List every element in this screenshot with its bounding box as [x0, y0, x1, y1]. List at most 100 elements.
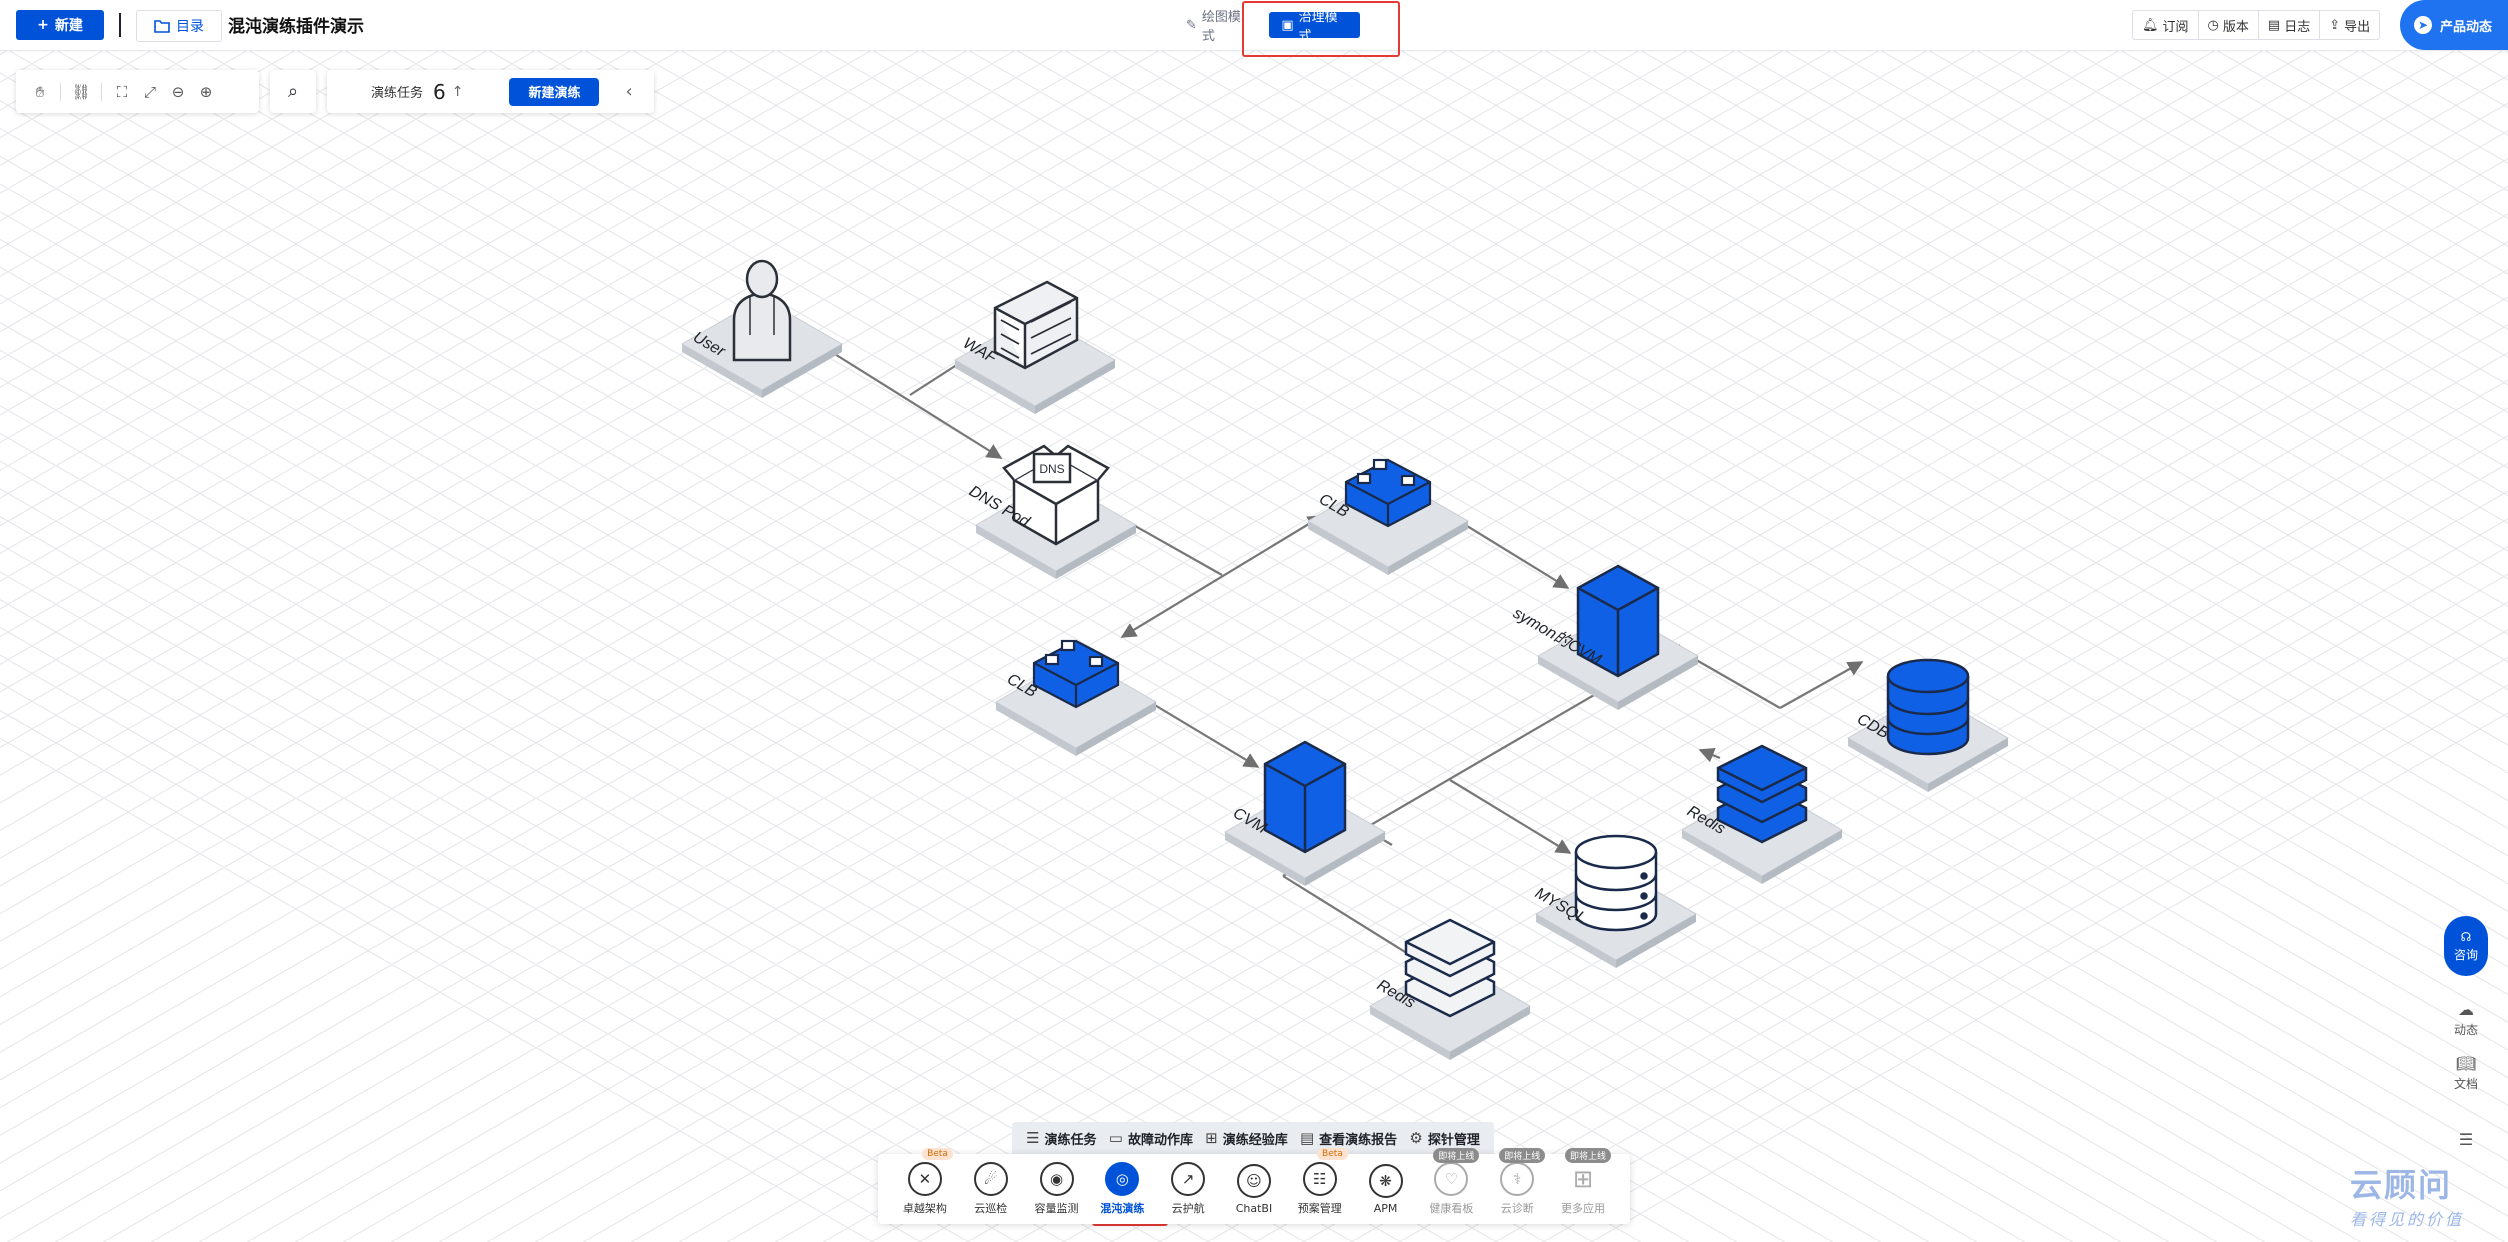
app-inspection[interactable]: ☄ 云巡检: [961, 1162, 1021, 1216]
tab-label: 查看演练报告: [1319, 1132, 1398, 1148]
watermark-logo: 云顾问 看得见的价值: [2350, 1160, 2464, 1230]
node-redis1[interactable]: [1716, 744, 1808, 844]
app-chaos-drill[interactable]: ◎ 混沌演练: [1092, 1162, 1152, 1216]
drill-task-bar: 演练任务 6 ↑ 新建演练 ‹: [327, 70, 654, 113]
node-mysql[interactable]: [1574, 834, 1658, 932]
tab-label: 探针管理: [1427, 1132, 1480, 1148]
hand-icon[interactable]: ✋︎: [26, 78, 54, 106]
tab-probe-management[interactable]: ⚙ 探针管理: [1409, 1129, 1479, 1148]
zoom-in-icon[interactable]: ⊕: [192, 78, 220, 106]
directory-label: 目录: [176, 19, 204, 35]
consult-button[interactable]: ☊ 咨询: [2444, 916, 2488, 976]
app-apm[interactable]: ❋ APM: [1356, 1163, 1416, 1215]
drill-task-count[interactable]: 6: [433, 80, 446, 104]
tab-drill-report[interactable]: ▤ 查看演练报告: [1300, 1129, 1397, 1148]
tab-drill-tasks[interactable]: ☰ 演练任务: [1026, 1129, 1096, 1148]
app-diagnosis[interactable]: 即将上线 ⚕ 云诊断: [1487, 1148, 1547, 1216]
search-button[interactable]: ⌕: [270, 70, 316, 113]
eye-icon: ◉: [1039, 1162, 1074, 1196]
log-button[interactable]: ▤ 日志: [2259, 11, 2321, 39]
toolbar-divider: [60, 82, 61, 101]
app-label: APM: [1373, 1201, 1398, 1215]
coming-soon-badge: 即将上线: [1433, 1148, 1480, 1163]
arrow-up-icon[interactable]: ↑: [452, 84, 464, 100]
escort-icon: ↗: [1171, 1162, 1206, 1196]
app-plan-management[interactable]: Beta ☷ 预案管理: [1290, 1148, 1350, 1216]
new-drill-button[interactable]: 新建演练: [509, 77, 600, 106]
tab-label: 演练任务: [1044, 1132, 1097, 1148]
node-redis2[interactable]: [1404, 918, 1496, 1018]
compass-icon: ➤: [2414, 16, 2432, 34]
edge-redis-cdb-lower: [1698, 747, 1721, 763]
app-escort[interactable]: ↗ 云护航: [1158, 1162, 1218, 1216]
product-news-button[interactable]: ➤ 产品动态: [2400, 0, 2508, 50]
health-icon: ♡: [1434, 1162, 1469, 1196]
menu-icon: ☰: [2458, 1130, 2474, 1149]
node-user[interactable]: [732, 259, 792, 362]
inspection-icon: ☄: [973, 1162, 1008, 1196]
database-icon: [1886, 658, 1970, 756]
subscribe-button[interactable]: 🔔︎ 订阅: [2133, 11, 2199, 39]
robot-icon: ☺: [1236, 1163, 1271, 1198]
search-icon: ⌕: [287, 81, 299, 102]
list-icon: ☰: [1026, 1129, 1040, 1147]
export-button[interactable]: ⇪ 导出: [2320, 11, 2379, 39]
beta-badge: Beta: [922, 1148, 953, 1160]
more-apps-icon: ⊞: [1572, 1165, 1594, 1193]
docs-label: 文档: [2453, 1077, 2478, 1091]
grid-icon: ⊞: [1205, 1129, 1218, 1147]
app-architecture[interactable]: Beta ✕ 卓越架构: [895, 1148, 955, 1216]
fullscreen-icon[interactable]: ⤢: [136, 78, 164, 106]
app-capacity[interactable]: ◉ 容量监测: [1027, 1162, 1087, 1216]
version-button[interactable]: ◷ 版本: [2199, 11, 2259, 39]
book-icon: 📖︎: [2455, 1054, 2477, 1073]
edge-clb1-clb2: [1120, 515, 1324, 638]
dns-inner-text: DNS: [1039, 462, 1064, 476]
top-header: + 新建 目录 混沌演练插件演示 ✎ 绘图模式 ▣ 治理模式 🔔︎ 订阅 ◷ 版本 …: [0, 0, 2508, 57]
product-news-label: 产品动态: [2440, 19, 2493, 35]
dynamic-button[interactable]: ☁︎ 动态: [2444, 1000, 2488, 1038]
tab-label: 演练经验库: [1222, 1132, 1288, 1148]
fit-screen-icon[interactable]: ⛶: [108, 78, 136, 106]
database-icon: [1574, 834, 1658, 932]
subscribe-label: 订阅: [2162, 19, 2189, 35]
header-divider: [119, 13, 121, 37]
zoom-out-icon[interactable]: ⊖: [164, 78, 192, 106]
app-more[interactable]: 即将上线 ⊞ 更多应用: [1553, 1148, 1613, 1216]
coming-soon-badge: 即将上线: [1499, 1148, 1546, 1163]
new-button[interactable]: + 新建: [16, 10, 104, 40]
tab-fault-library[interactable]: ▭ 故障动作库: [1109, 1129, 1193, 1148]
docs-button[interactable]: 📖︎ 文档: [2444, 1054, 2488, 1092]
chaos-icon: ◎: [1105, 1162, 1140, 1196]
plus-icon: +: [37, 17, 49, 33]
directory-button[interactable]: 目录: [136, 10, 222, 42]
architecture-canvas[interactable]: DNS User WAF DNS Pod CLB CLB symon的CVM C…: [0, 50, 2508, 1242]
edge-redis-cdb: [1779, 661, 1864, 709]
app-label: 卓越架构: [902, 1202, 947, 1215]
app-health-board[interactable]: 即将上线 ♡ 健康看板: [1421, 1148, 1481, 1216]
app-label: 预案管理: [1297, 1202, 1342, 1215]
document-icon: ▤: [2267, 17, 2281, 33]
clock-icon: ◷: [2207, 17, 2219, 33]
log-label: 日志: [2284, 19, 2311, 35]
architecture-diagram[interactable]: DNS User WAF DNS Pod CLB CLB symon的CVM C…: [0, 50, 2508, 1242]
toolbar-divider: [101, 82, 102, 101]
headset-icon: ☊: [2460, 929, 2472, 944]
pencil-icon: ✎: [1186, 17, 1197, 33]
tab-label: 故障动作库: [1127, 1132, 1193, 1148]
export-label: 导出: [2344, 19, 2371, 35]
app-chatbi[interactable]: ☺ ChatBI: [1224, 1163, 1284, 1215]
tab-experience-library[interactable]: ⊞ 演练经验库: [1205, 1129, 1288, 1148]
node-cvm[interactable]: [1263, 740, 1347, 854]
chevron-left-icon[interactable]: ‹: [625, 81, 632, 102]
beta-badge: Beta: [1317, 1148, 1348, 1160]
node-cdb[interactable]: [1886, 658, 1970, 756]
menu-button[interactable]: ☰: [2444, 1130, 2488, 1149]
node-platforms: [680, 297, 2010, 1060]
diagnosis-icon: ⚕: [1500, 1162, 1535, 1196]
report-icon: ▤: [1299, 1129, 1315, 1147]
link-icon[interactable]: ⛓︎: [67, 78, 95, 106]
plan-icon: ☷: [1302, 1162, 1337, 1196]
consult-label: 咨询: [2453, 947, 2478, 962]
bell-icon: 🔔︎: [2142, 17, 2159, 33]
